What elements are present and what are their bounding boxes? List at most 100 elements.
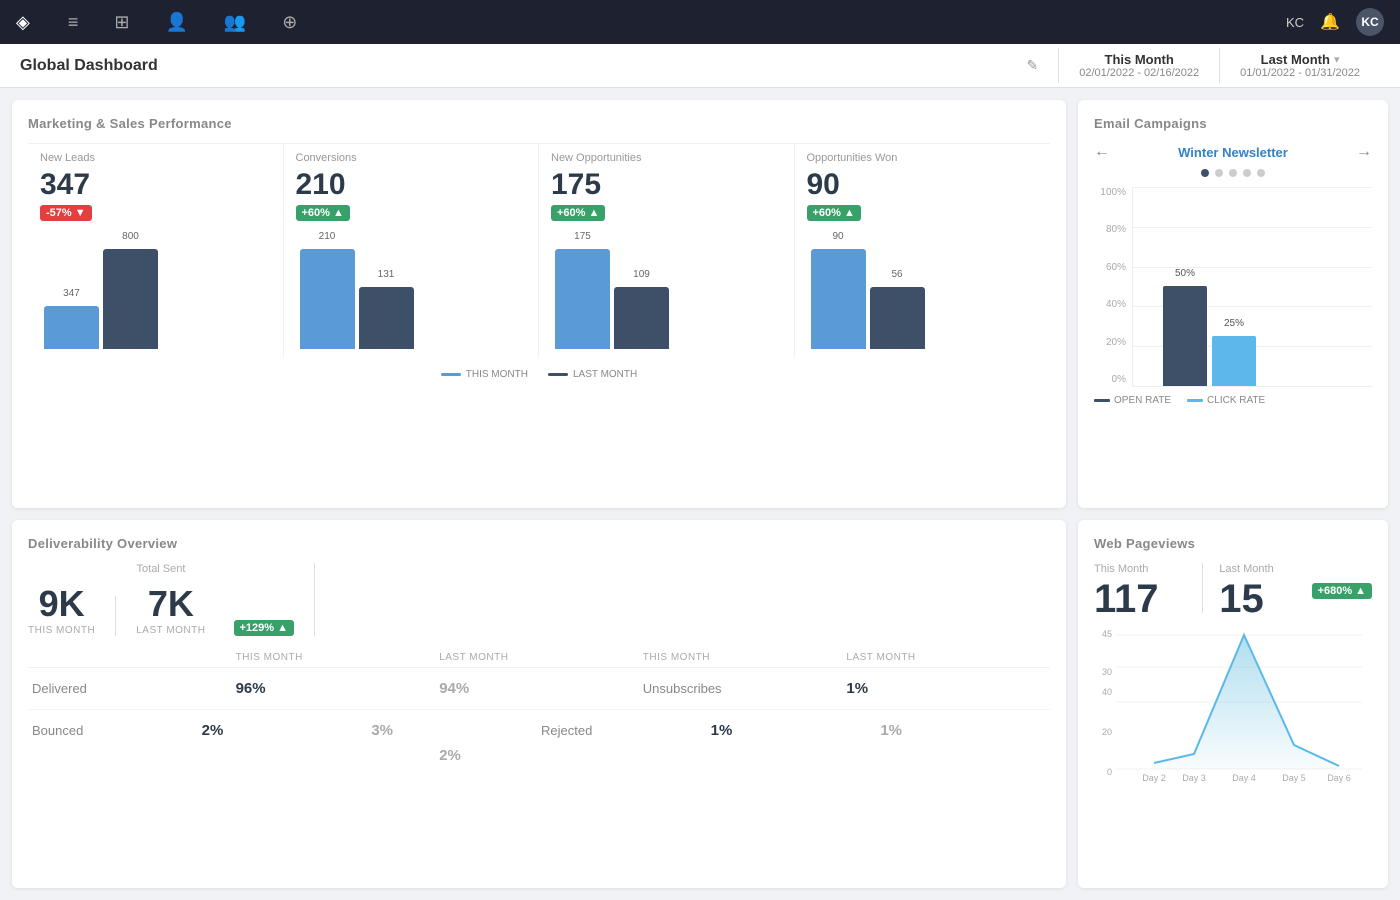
edit-icon[interactable]: ✎ bbox=[1026, 57, 1038, 74]
y-label-40: 40% bbox=[1094, 299, 1126, 310]
total-sent-container: Total Sent 9K THIS MONTH 7K LAST MONTH +… bbox=[28, 563, 315, 636]
chart-legend: THIS MONTH LAST MONTH bbox=[28, 369, 1050, 380]
campaign-dot-2[interactable] bbox=[1215, 169, 1223, 177]
table-header-row: THIS MONTH LAST MONTH THIS MONTH LAST MO… bbox=[28, 648, 1050, 668]
bounced-tm: 2% bbox=[202, 722, 372, 739]
nav-add-icon[interactable]: ⊕ bbox=[274, 8, 305, 37]
main-content: Marketing & Sales Performance New Leads … bbox=[0, 88, 1400, 900]
pv-this-month-label: This Month bbox=[1094, 563, 1186, 575]
bar-group-0: 347 800 bbox=[44, 249, 158, 349]
metric-value-2: 175 bbox=[551, 168, 782, 201]
legend-last-month-label: LAST MONTH bbox=[573, 369, 637, 380]
bounced-label: Bounced bbox=[32, 723, 202, 738]
delivered-tm: 96% bbox=[236, 680, 440, 697]
nav-menu-icon[interactable]: ≡ bbox=[60, 8, 87, 37]
legend-dot-this-month bbox=[441, 373, 461, 376]
nav-group-icon[interactable]: 👥 bbox=[216, 8, 254, 37]
avatar[interactable]: KC bbox=[1356, 8, 1384, 36]
bar-chart-0: 347 800 bbox=[40, 229, 271, 349]
deliverability-badge: +129% ▲ bbox=[234, 620, 294, 636]
email-chart-body: 50% 25% bbox=[1132, 187, 1372, 387]
bar-label-tm-1: 210 bbox=[319, 231, 336, 242]
bar-last-month-1: 131 bbox=[359, 287, 414, 349]
campaign-next-button[interactable]: → bbox=[1356, 143, 1372, 161]
bar-this-month-3: 90 bbox=[811, 249, 866, 349]
date-range-container: This Month 02/01/2022 - 02/16/2022 Last … bbox=[1058, 48, 1380, 83]
bar-group-1: 210 131 bbox=[300, 249, 414, 349]
pageviews-card: Web Pageviews This Month 117 Last Month … bbox=[1078, 520, 1388, 889]
nav-grid-icon[interactable]: ⊞ bbox=[106, 8, 137, 37]
metric-badge-1: +60% ▲ bbox=[296, 205, 350, 221]
metric-0: New Leads 347 -57% ▼ 347 800 bbox=[28, 144, 284, 357]
email-bar-group: 50% 25% bbox=[1163, 286, 1256, 386]
campaign-dot-5[interactable] bbox=[1257, 169, 1265, 177]
h-line-60 bbox=[1133, 267, 1372, 268]
email-card: Email Campaigns ← Winter Newsletter → 10… bbox=[1078, 100, 1388, 508]
pv-last-month-label: Last Month bbox=[1219, 563, 1311, 575]
deliverability-card-title: Deliverability Overview bbox=[28, 536, 1050, 551]
x-day5: Day 5 bbox=[1282, 773, 1306, 783]
email-y-axis: 100% 80% 60% 40% 20% 0% bbox=[1094, 187, 1132, 387]
pageviews-metrics: This Month 117 Last Month 15 +680% ▲ bbox=[1094, 563, 1372, 619]
bar-label-lm-0: 800 bbox=[122, 231, 139, 242]
email-bar-open-label: 50% bbox=[1175, 268, 1195, 279]
deliverability-top: Total Sent 9K THIS MONTH 7K LAST MONTH +… bbox=[28, 563, 1050, 636]
bar-label-lm-2: 109 bbox=[633, 269, 650, 280]
email-bar-click: 25% bbox=[1212, 336, 1256, 386]
last-month-range[interactable]: Last Month ▾ 01/01/2022 - 01/31/2022 bbox=[1219, 48, 1380, 83]
total-sent-label: Total Sent bbox=[28, 563, 294, 575]
metric-label-2: New Opportunities bbox=[551, 152, 782, 164]
pv-this-month-value: 117 bbox=[1094, 579, 1186, 619]
metric-1: Conversions 210 +60% ▲ 210 131 bbox=[284, 144, 540, 357]
campaign-prev-button[interactable]: ← bbox=[1094, 143, 1110, 161]
delivered-lm: 94% bbox=[439, 680, 643, 697]
legend-dot-last-month bbox=[548, 373, 568, 376]
th-last-month-1: LAST MONTH bbox=[439, 652, 643, 663]
deliverability-card: Deliverability Overview Total Sent 9K TH… bbox=[12, 520, 1066, 889]
legend-this-month: THIS MONTH bbox=[441, 369, 528, 380]
notification-icon[interactable]: 🔔 bbox=[1320, 12, 1340, 32]
rejected-label: Rejected bbox=[541, 723, 711, 738]
last-month-value: 7K bbox=[136, 583, 205, 625]
area-chart-container: 45 30 40 20 0 bbox=[1094, 627, 1372, 787]
bar-last-month-3: 56 bbox=[870, 287, 925, 349]
deliverability-table: THIS MONTH LAST MONTH THIS MONTH LAST MO… bbox=[28, 648, 1050, 768]
this-month-value: 9K bbox=[28, 583, 95, 625]
email-legend-open-line bbox=[1094, 399, 1110, 402]
x-day6: Day 6 bbox=[1327, 773, 1351, 783]
campaign-dot-4[interactable] bbox=[1243, 169, 1251, 177]
th-empty bbox=[32, 652, 236, 663]
bar-chart-3: 90 56 bbox=[807, 229, 1039, 349]
metric-badge-3: +60% ▲ bbox=[807, 205, 861, 221]
last-month-metric: 7K LAST MONTH bbox=[136, 583, 205, 636]
this-month-range[interactable]: This Month 02/01/2022 - 02/16/2022 bbox=[1058, 48, 1219, 83]
bar-label-lm-3: 56 bbox=[891, 269, 902, 280]
bounced-lm: 3% bbox=[371, 722, 541, 739]
this-month-dates: 02/01/2022 - 02/16/2022 bbox=[1079, 67, 1199, 79]
this-month-metric: 9K THIS MONTH bbox=[28, 583, 95, 636]
nav-contact-icon[interactable]: 👤 bbox=[157, 8, 195, 37]
campaign-dot-3[interactable] bbox=[1229, 169, 1237, 177]
pageviews-badge: +680% ▲ bbox=[1312, 583, 1372, 599]
y-0: 0 bbox=[1107, 767, 1112, 777]
y-label-100: 100% bbox=[1094, 187, 1126, 198]
email-bar-open-bar bbox=[1163, 286, 1207, 386]
campaign-dots bbox=[1094, 169, 1372, 177]
x-day3: Day 3 bbox=[1182, 773, 1206, 783]
email-bar-click-label: 25% bbox=[1224, 318, 1244, 329]
email-legend-click-label: CLICK RATE bbox=[1207, 395, 1265, 406]
campaign-dot-1[interactable] bbox=[1201, 169, 1209, 177]
metric-label-0: New Leads bbox=[40, 152, 271, 164]
y-label-60: 60% bbox=[1094, 262, 1126, 273]
y-label-20: 20% bbox=[1094, 337, 1126, 348]
this-month-label: This Month bbox=[1079, 52, 1199, 67]
th-this-month-2: THIS MONTH bbox=[643, 652, 847, 663]
email-legend-open-label: OPEN RATE bbox=[1114, 395, 1171, 406]
bar-last-month-0: 800 bbox=[103, 249, 158, 349]
deliverability-badge-container: +129% ▲ bbox=[226, 616, 294, 636]
bar-chart-1: 210 131 bbox=[296, 229, 527, 349]
table-row-unsubscribes-extra: 2% bbox=[28, 743, 1050, 768]
metric-value-1: 210 bbox=[296, 168, 527, 201]
pageviews-badge-arrow: ▲ bbox=[1355, 585, 1366, 597]
email-chart: 100% 80% 60% 40% 20% 0% bbox=[1094, 187, 1372, 406]
